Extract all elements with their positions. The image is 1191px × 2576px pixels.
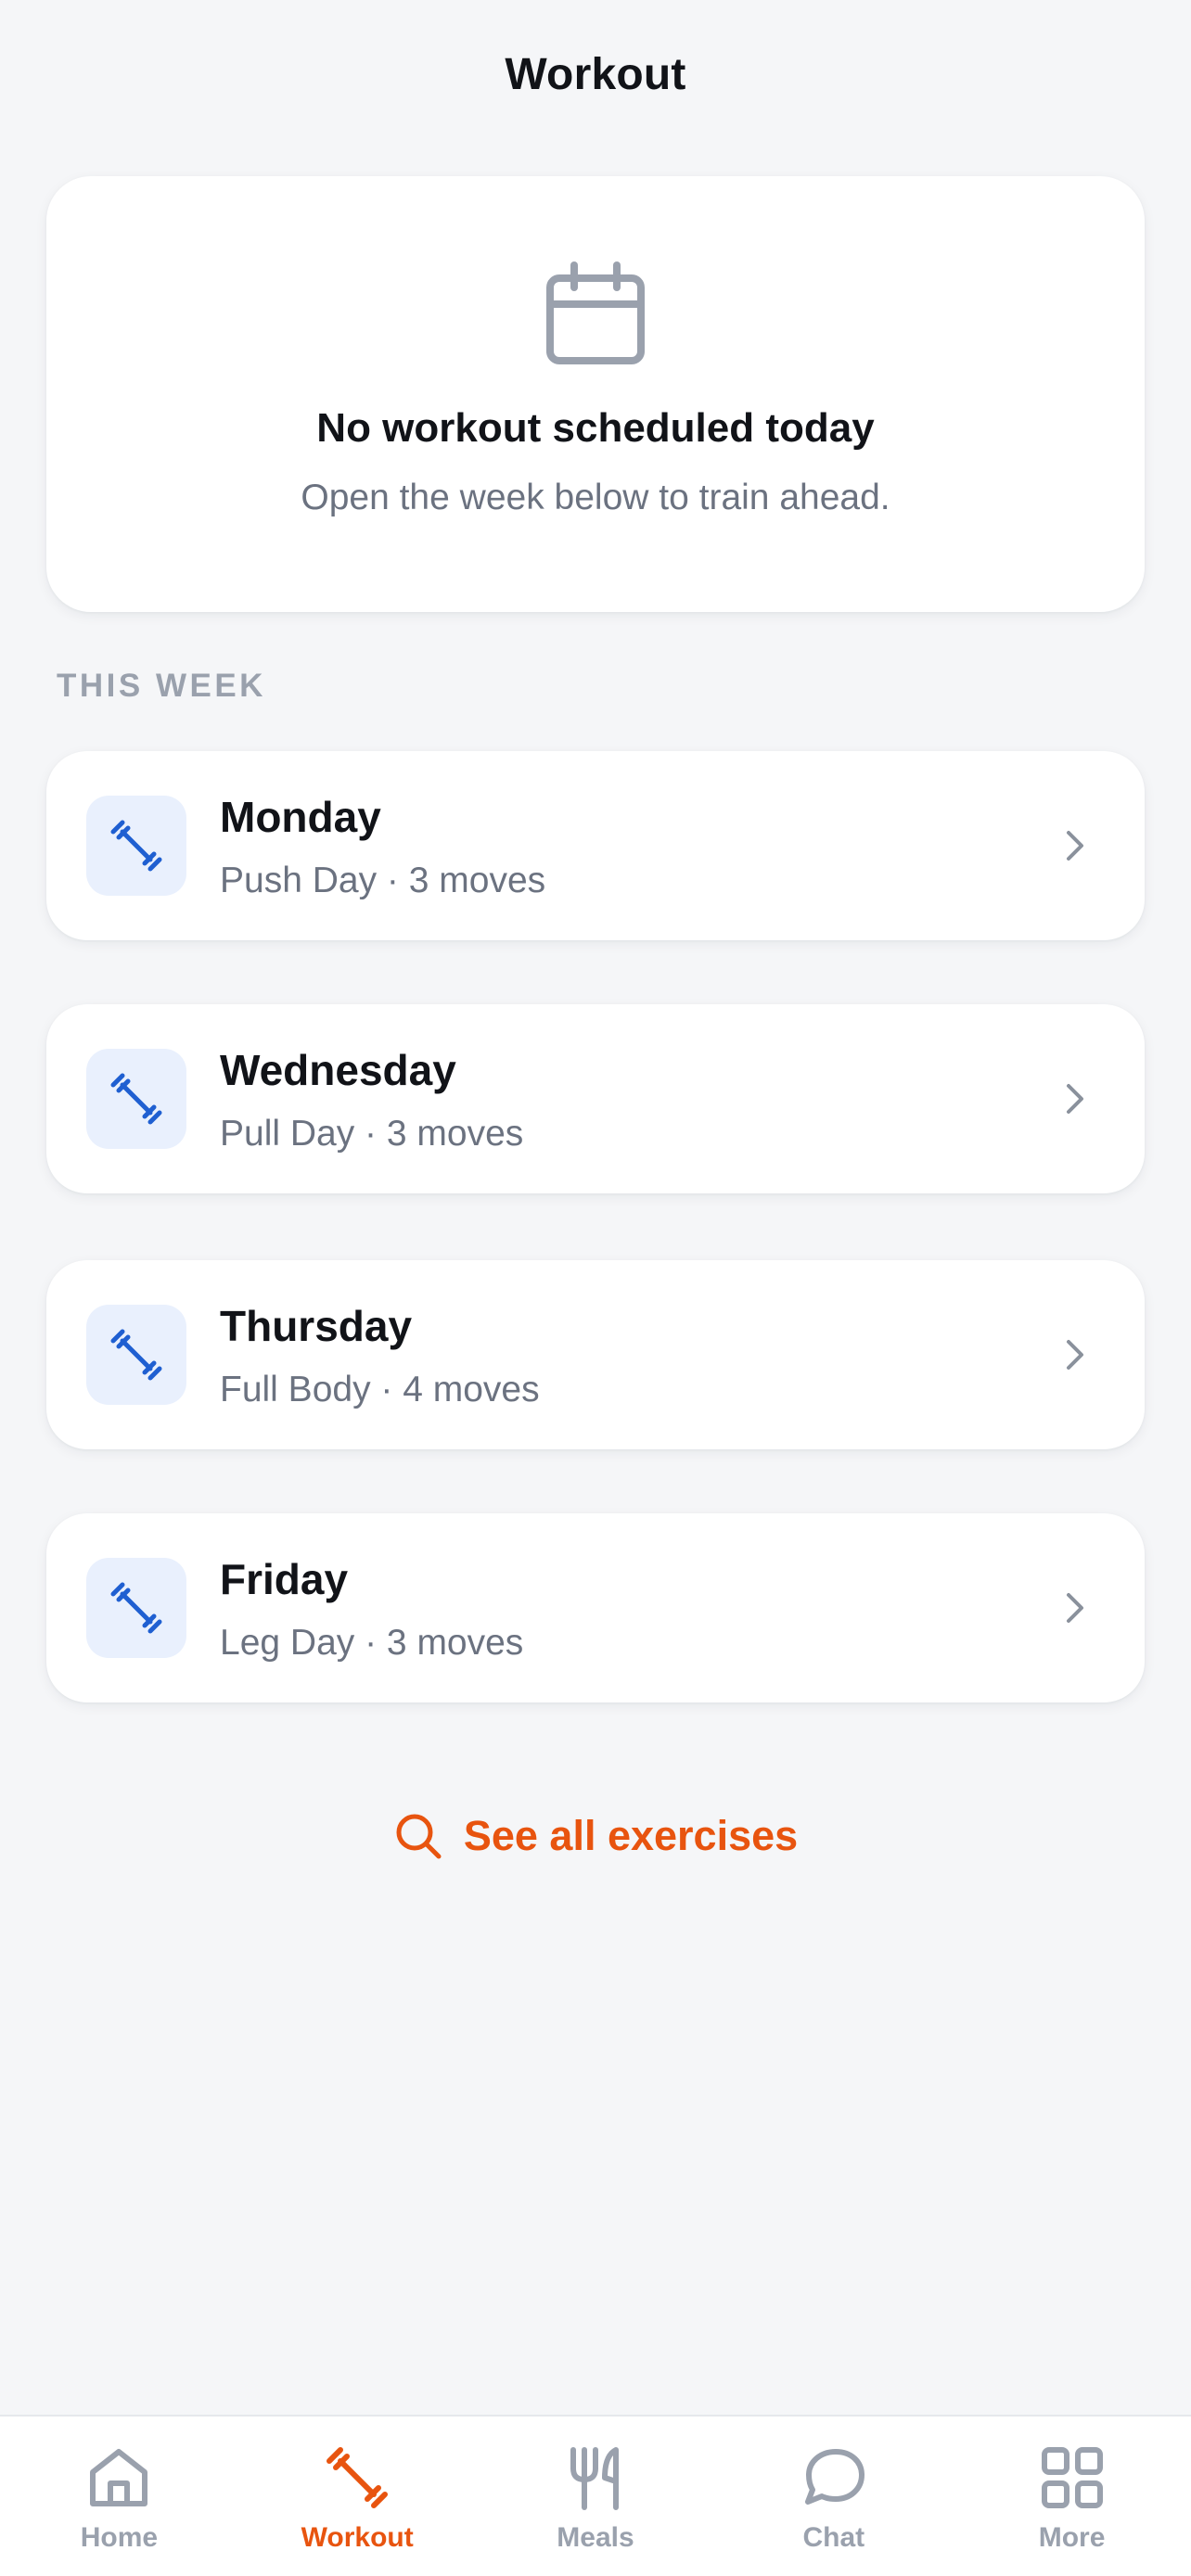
day-icon-box (86, 1049, 186, 1149)
empty-state-card: No workout scheduled today Open the week… (46, 176, 1145, 612)
section-label-this-week: THIS WEEK (57, 668, 266, 704)
day-name: Thursday (220, 1302, 413, 1350)
chevron-right-icon (1067, 1593, 1083, 1623)
tab-home[interactable]: Home (0, 2417, 238, 2576)
dumbbell-icon (110, 1329, 162, 1381)
tab-label: Home (80, 2522, 159, 2553)
day-card-thursday[interactable]: Thursday Full Body · 4 moves (46, 1260, 1145, 1449)
chat-bubble-icon (804, 2449, 864, 2505)
day-card-friday[interactable]: Friday Leg Day · 3 moves (46, 1513, 1145, 1702)
tab-bar: Home Workout Meals Chat More (0, 2415, 1191, 2576)
day-detail: Full Body · 4 moves (220, 1370, 540, 1409)
chevron-right-icon (1067, 1084, 1083, 1114)
chevron-right-icon (1067, 831, 1083, 861)
empty-state-subtitle: Open the week below to train ahead. (301, 478, 890, 517)
tab-label: Meals (557, 2522, 634, 2553)
day-card-monday[interactable]: Monday Push Day · 3 moves (46, 751, 1145, 940)
day-card-wednesday[interactable]: Wednesday Pull Day · 3 moves (46, 1004, 1145, 1193)
day-name: Friday (220, 1555, 349, 1603)
tab-label: More (1038, 2522, 1106, 2553)
empty-state-title: No workout scheduled today (316, 405, 875, 451)
tab-more[interactable]: More (953, 2417, 1191, 2576)
day-icon-box (86, 796, 186, 896)
day-detail: Pull Day · 3 moves (220, 1114, 524, 1154)
day-name: Wednesday (220, 1046, 456, 1094)
header: Workout (0, 0, 1191, 148)
fork-knife-icon (570, 2447, 619, 2510)
home-icon (90, 2449, 148, 2506)
day-detail: Push Day · 3 moves (220, 861, 546, 900)
day-icon-box (86, 1305, 186, 1405)
chevron-right-icon (1067, 1340, 1083, 1370)
dumbbell-icon (110, 820, 162, 872)
tab-chat[interactable]: Chat (714, 2417, 953, 2576)
search-icon (396, 1814, 442, 1859)
tab-meals[interactable]: Meals (477, 2417, 715, 2576)
page-title: Workout (505, 49, 686, 99)
day-icon-box (86, 1558, 186, 1658)
workout-screen: Workout No workout scheduled today Open … (0, 0, 1191, 2576)
tab-workout[interactable]: Workout (238, 2417, 477, 2576)
grid-icon (1041, 2447, 1103, 2508)
tab-label: Workout (301, 2522, 414, 2553)
day-detail: Leg Day · 3 moves (220, 1623, 524, 1663)
dumbbell-icon (327, 2447, 389, 2508)
see-all-label: See all exercises (463, 1812, 799, 1859)
dumbbell-icon (110, 1582, 162, 1634)
dumbbell-icon (110, 1073, 162, 1125)
calendar-icon (546, 261, 645, 364)
day-name: Monday (220, 793, 381, 841)
see-all-exercises-button[interactable]: See all exercises (0, 1799, 1191, 1873)
tab-label: Chat (802, 2522, 865, 2553)
